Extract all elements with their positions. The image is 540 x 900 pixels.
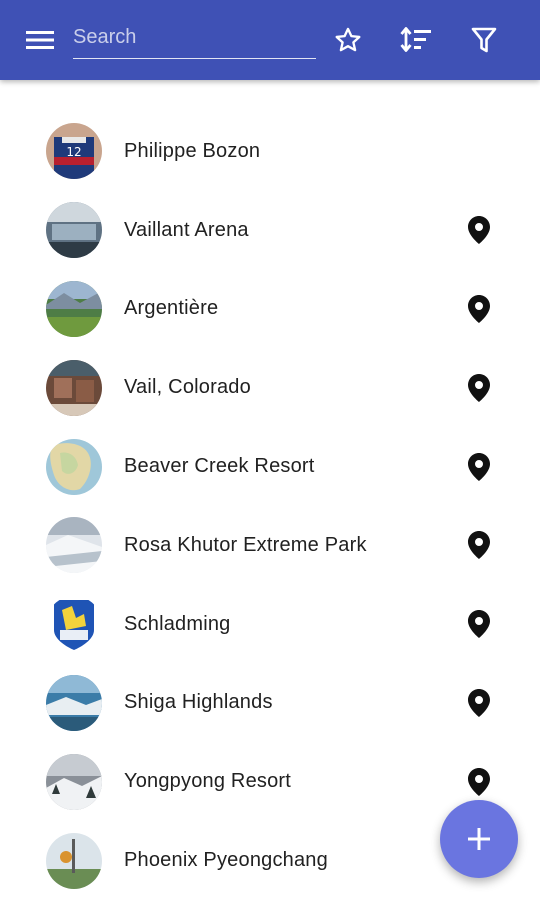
location-pin-icon	[468, 610, 490, 639]
item-label: Yongpyong Resort	[124, 770, 292, 793]
avatar	[46, 202, 102, 259]
favorites-button[interactable]	[328, 20, 368, 60]
list-item[interactable]: Argentière	[0, 270, 540, 349]
avatar	[46, 438, 102, 495]
location-pin-icon	[468, 216, 490, 245]
item-label: Phoenix Pyeongchang	[124, 849, 328, 872]
list-item[interactable]: Shiga Highlands	[0, 664, 540, 743]
item-label: Schladming	[124, 612, 231, 635]
menu-icon	[26, 31, 54, 49]
menu-button[interactable]	[20, 20, 60, 60]
location-button[interactable]	[466, 452, 492, 482]
location-pin-icon	[468, 688, 490, 717]
item-label: Vail, Colorado	[124, 376, 251, 399]
avatar	[46, 517, 102, 574]
location-button[interactable]	[466, 688, 492, 718]
avatar	[46, 596, 102, 653]
filter-button[interactable]	[464, 20, 504, 60]
list-item[interactable]: 12 Philippe Bozon	[0, 112, 540, 191]
avatar	[46, 359, 102, 416]
search-input[interactable]	[73, 18, 316, 56]
list-item[interactable]: Vail, Colorado	[0, 348, 540, 427]
avatar: 12	[46, 123, 102, 180]
item-label: Shiga Highlands	[124, 691, 273, 714]
filter-icon	[471, 27, 497, 53]
location-pin-icon	[468, 373, 490, 402]
location-button[interactable]	[466, 767, 492, 797]
star-outline-icon	[335, 27, 361, 52]
item-label: Beaver Creek Resort	[124, 455, 315, 478]
location-button[interactable]	[466, 373, 492, 403]
svg-text:12: 12	[66, 145, 81, 159]
app-bar	[0, 0, 540, 80]
avatar	[46, 832, 102, 889]
item-label: Rosa Khutor Extreme Park	[124, 533, 367, 556]
location-button[interactable]	[466, 609, 492, 639]
location-button[interactable]	[466, 530, 492, 560]
item-label: Argentière	[124, 297, 219, 320]
location-button[interactable]	[466, 215, 492, 245]
list-item[interactable]: Schladming	[0, 585, 540, 664]
location-button[interactable]	[466, 294, 492, 324]
item-label: Philippe Bozon	[124, 139, 261, 162]
list-item[interactable]: Beaver Creek Resort	[0, 427, 540, 506]
location-pin-icon	[468, 294, 490, 323]
sort-icon	[400, 27, 431, 52]
results-list: 12 Philippe Bozon Vaillant Arena Argenti…	[0, 112, 540, 900]
avatar	[46, 753, 102, 810]
sort-button[interactable]	[396, 20, 436, 60]
location-pin-icon	[468, 767, 490, 796]
item-label: Vaillant Arena	[124, 218, 249, 241]
list-item[interactable]: Rosa Khutor Extreme Park	[0, 506, 540, 585]
plus-icon	[468, 828, 490, 850]
search-field	[73, 18, 316, 59]
add-button[interactable]	[440, 800, 518, 878]
avatar	[46, 674, 102, 731]
list-item[interactable]: Vaillant Arena	[0, 191, 540, 270]
location-pin-icon	[468, 452, 490, 481]
location-pin-icon	[468, 531, 490, 560]
avatar	[46, 280, 102, 337]
